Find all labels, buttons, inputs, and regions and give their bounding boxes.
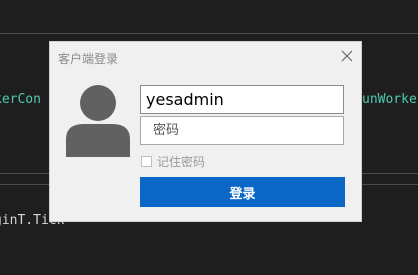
login-dialog: 客户端登录 记住密码 登录: [49, 41, 362, 222]
password-field-box: [140, 116, 344, 145]
username-input[interactable]: [141, 86, 343, 113]
dialog-title: 客户端登录: [58, 52, 119, 66]
username-field-box: [140, 85, 344, 114]
checkbox-box[interactable]: [141, 155, 152, 167]
login-button[interactable]: 登录: [140, 177, 345, 207]
close-icon[interactable]: [339, 48, 355, 64]
remember-password-checkbox[interactable]: 记住密码: [141, 154, 206, 169]
password-input[interactable]: [141, 117, 343, 144]
user-silhouette-icon: [64, 84, 132, 157]
bg-code-line-1-left: kerCon: [0, 92, 41, 107]
dialog-titlebar: 客户端登录: [50, 42, 361, 72]
remember-password-label: 记住密码: [157, 154, 206, 169]
bg-divider-top: [0, 33, 418, 34]
bg-code-line-1-right: unWorke: [362, 92, 417, 107]
